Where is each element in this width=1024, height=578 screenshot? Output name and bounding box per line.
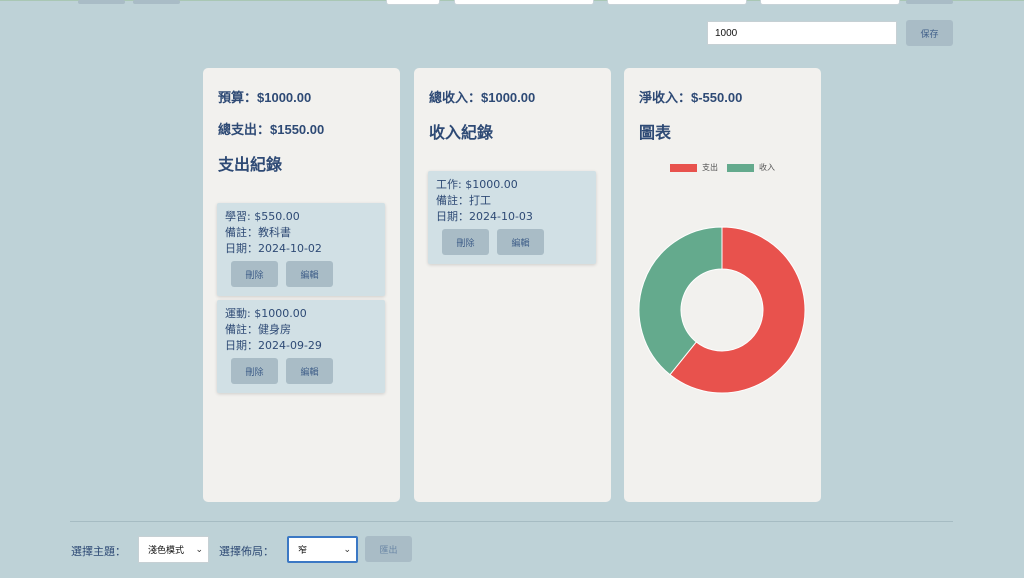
expense-record: 學習: $550.00 備註：教科書 日期：2024-10-02 刪除 編輯 [217,203,385,296]
record-title: 學習: $550.00 [225,210,300,223]
total-expense-text: 總支出：$1550.00 [218,122,325,137]
record-title: 工作: $1000.00 [436,178,518,191]
chevron-down-icon: ⌄ [195,544,203,555]
delete-button[interactable]: 刪除 [231,261,278,287]
top-input-3[interactable] [607,0,747,5]
record-note: 備註：打工 [436,194,491,207]
record-date: 日期：2024-09-29 [225,339,322,352]
layout-select-value: 窄 [298,546,308,556]
record-title: 運動: $1000.00 [225,307,307,320]
expense-card: 預算：$1000.00 總支出：$1550.00 支出紀錄 學習: $550.0… [203,68,400,502]
top-nav-button-1[interactable] [78,0,125,4]
edit-button[interactable]: 編輯 [286,358,333,384]
chart-card: 淨收入：$-550.00 圖表 支出 收入 [624,68,821,502]
expense-records-heading: 支出紀錄 [218,155,283,174]
edit-button[interactable]: 編輯 [497,229,544,255]
budget-text: 預算：$1000.00 [218,90,312,105]
income-record: 工作: $1000.00 備註：打工 日期：2024-10-03 刪除 編輯 [428,171,596,264]
total-income-text: 總收入：$1000.00 [429,90,536,105]
top-input-4[interactable] [760,0,900,5]
income-card: 總收入：$1000.00 收入紀錄 工作: $1000.00 備註：打工 日期：… [414,68,611,502]
legend-swatch-income[interactable] [727,163,754,172]
delete-button[interactable]: 刪除 [231,358,278,384]
layout-label: 選擇佈局： [219,545,274,558]
theme-select[interactable]: 淺色模式 ⌄ [138,536,209,563]
save-button[interactable]: 保存 [906,20,953,46]
layout-select[interactable]: 窄 ⌄ [287,536,358,563]
theme-select-value: 淺色模式 [148,546,185,556]
chart-legend: 支出 收入 [670,162,784,173]
delete-button[interactable]: 刪除 [442,229,489,255]
record-date: 日期：2024-10-02 [225,242,322,255]
chart-heading: 圖表 [639,123,672,142]
net-income-text: 淨收入：$-550.00 [639,90,743,105]
top-nav-button-2[interactable] [133,0,180,4]
theme-label: 選擇主題： [71,545,126,558]
chevron-down-icon: ⌄ [343,544,351,555]
edit-button[interactable]: 編輯 [286,261,333,287]
donut-chart [638,226,806,394]
expense-record: 運動: $1000.00 備註：健身房 日期：2024-09-29 刪除 編輯 [217,300,385,393]
top-input-1[interactable] [386,0,440,5]
top-add-button[interactable] [906,0,953,4]
budget-input[interactable] [707,21,897,45]
export-button[interactable]: 匯出 [365,536,412,562]
footer-divider [70,521,953,522]
legend-label-income[interactable]: 收入 [759,162,775,173]
income-records-heading: 收入紀錄 [429,123,494,142]
record-note: 備註：教科書 [225,226,291,239]
legend-label-expense[interactable]: 支出 [702,162,718,173]
record-note: 備註：健身房 [225,323,291,336]
legend-swatch-expense[interactable] [670,163,697,172]
top-input-2[interactable] [454,0,594,5]
record-date: 日期：2024-10-03 [436,210,533,223]
